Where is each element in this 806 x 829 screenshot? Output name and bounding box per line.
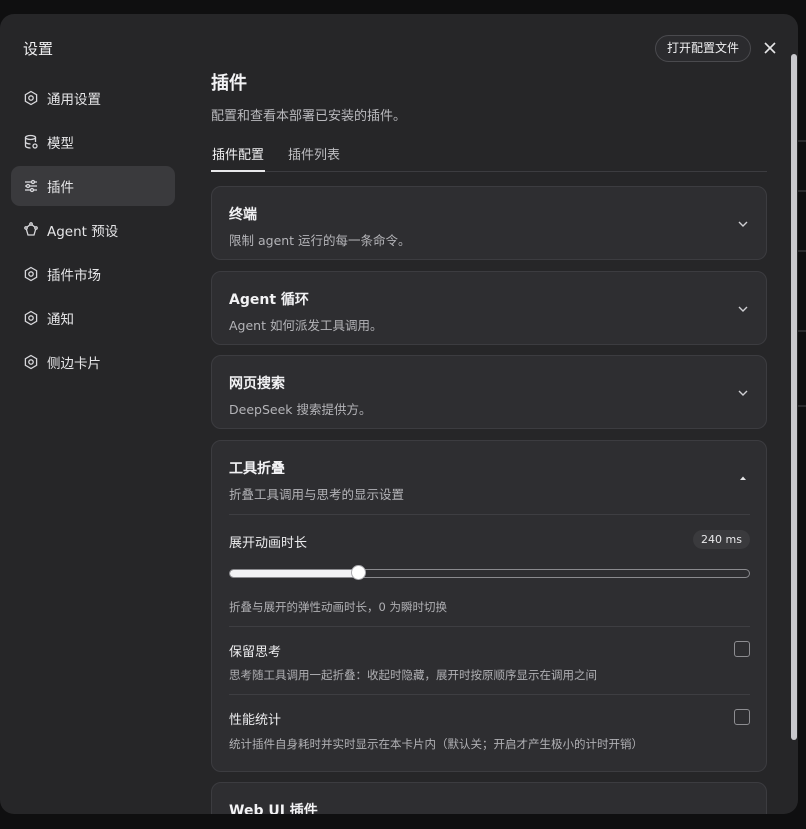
slider-thumb[interactable] (350, 565, 366, 580)
modal-title: 设置 (23, 40, 54, 58)
tab-plugin-list[interactable]: 插件列表 (288, 144, 340, 163)
settings-sidebar: 设置 通用设置 模型 插件 Agent 预设 插件市场 通知 侧边卡片 (0, 14, 190, 814)
card-title: 网页搜索 (229, 376, 285, 392)
perf-stats-label: 性能统计 (229, 713, 282, 728)
tab-plugin-config[interactable]: 插件配置 (212, 144, 264, 163)
sidebar-nav: 通用设置 模型 插件 Agent 预设 插件市场 通知 侧边卡片 (11, 78, 175, 386)
sidebar-item-plugin-market[interactable]: 插件市场 (11, 254, 175, 294)
tab-bar: 插件配置 插件列表 (211, 141, 767, 172)
card-description: Agent 如何派发工具调用。 (229, 318, 383, 333)
card-web-search[interactable]: 网页搜索 DeepSeek 搜索提供方。 (211, 355, 767, 429)
gear-icon (23, 90, 39, 106)
agent-icon (23, 222, 39, 238)
slider-fill (230, 570, 360, 577)
chevron-down-icon (738, 306, 748, 312)
sidebar-item-side-cards[interactable]: 侧边卡片 (11, 342, 175, 382)
page-description: 配置和查看本部署已安装的插件。 (211, 109, 407, 124)
sidebar-item-notifications[interactable]: 通知 (11, 298, 175, 338)
card-description: 限制 agent 运行的每一条命令。 (229, 233, 411, 248)
sidebar-item-label: 插件市场 (47, 268, 101, 284)
keep-thinking-label: 保留思考 (229, 645, 282, 660)
sidebar-item-agent-presets[interactable]: Agent 预设 (11, 210, 175, 250)
scrollbar[interactable] (790, 54, 798, 754)
sidebar-item-plugins[interactable]: 插件 (11, 166, 175, 206)
sidebar-item-models[interactable]: 模型 (11, 122, 175, 162)
scrollbar-thumb[interactable] (791, 54, 797, 740)
card-title: Agent 循环 (229, 292, 309, 308)
card-description: 折叠工具调用与思考的显示设置 (229, 487, 405, 502)
sidebar-item-label: 插件 (47, 180, 74, 196)
card-terminal[interactable]: 终端 限制 agent 运行的每一条命令。 (211, 186, 767, 260)
divider (229, 626, 750, 627)
main-panel: 插件 配置和查看本部署已安装的插件。 插件配置 插件列表 终端 限制 agent… (211, 14, 767, 814)
keep-thinking-help: 思考随工具调用一起折叠：收起时隐藏，展开时按原顺序显示在调用之间 (229, 668, 597, 682)
database-icon (23, 134, 39, 150)
caret-up-icon[interactable] (739, 474, 747, 482)
anim-duration-slider[interactable] (229, 569, 750, 578)
sidebar-item-label: Agent 预设 (47, 224, 119, 240)
card-title: 终端 (229, 207, 257, 223)
anim-duration-value-badge: 240 ms (693, 530, 750, 549)
card-title: Web UI 插件 (229, 803, 318, 814)
perf-stats-checkbox[interactable] (734, 709, 750, 725)
card-description: DeepSeek 搜索提供方。 (229, 402, 372, 417)
page-title: 插件 (211, 73, 247, 94)
anim-duration-label: 展开动画时长 (229, 536, 308, 551)
card-title[interactable]: 工具折叠 (229, 458, 285, 478)
perf-stats-help: 统计插件自身耗时并实时显示在本卡片内（默认关；开启才产生极小的计时开销） (229, 737, 643, 751)
keep-thinking-checkbox[interactable] (734, 641, 750, 657)
gear-icon (23, 266, 39, 282)
card-web-ui-plugin[interactable]: Web UI 插件 (211, 782, 767, 814)
gear-icon (23, 310, 39, 326)
settings-modal: 设置 通用设置 模型 插件 Agent 预设 插件市场 通知 侧边卡片 打开配置… (0, 14, 798, 814)
gear-icon (23, 354, 39, 370)
sidebar-item-label: 通知 (47, 312, 74, 328)
sidebar-item-label: 侧边卡片 (47, 356, 101, 372)
sidebar-item-label: 模型 (47, 136, 74, 152)
card-agent-loop[interactable]: Agent 循环 Agent 如何派发工具调用。 (211, 271, 767, 345)
anim-duration-help: 折叠与展开的弹性动画时长，0 为瞬时切换 (229, 600, 447, 614)
sliders-icon (23, 178, 39, 194)
chevron-down-icon (738, 221, 748, 227)
sidebar-item-label: 通用设置 (47, 92, 101, 108)
sidebar-item-general[interactable]: 通用设置 (11, 78, 175, 118)
divider (229, 694, 750, 695)
chevron-down-icon (738, 390, 748, 396)
active-tab-indicator (211, 170, 265, 172)
divider (229, 514, 750, 515)
card-tool-fold: 工具折叠 折叠工具调用与思考的显示设置 展开动画时长 240 ms 折叠与展开的… (211, 440, 767, 772)
